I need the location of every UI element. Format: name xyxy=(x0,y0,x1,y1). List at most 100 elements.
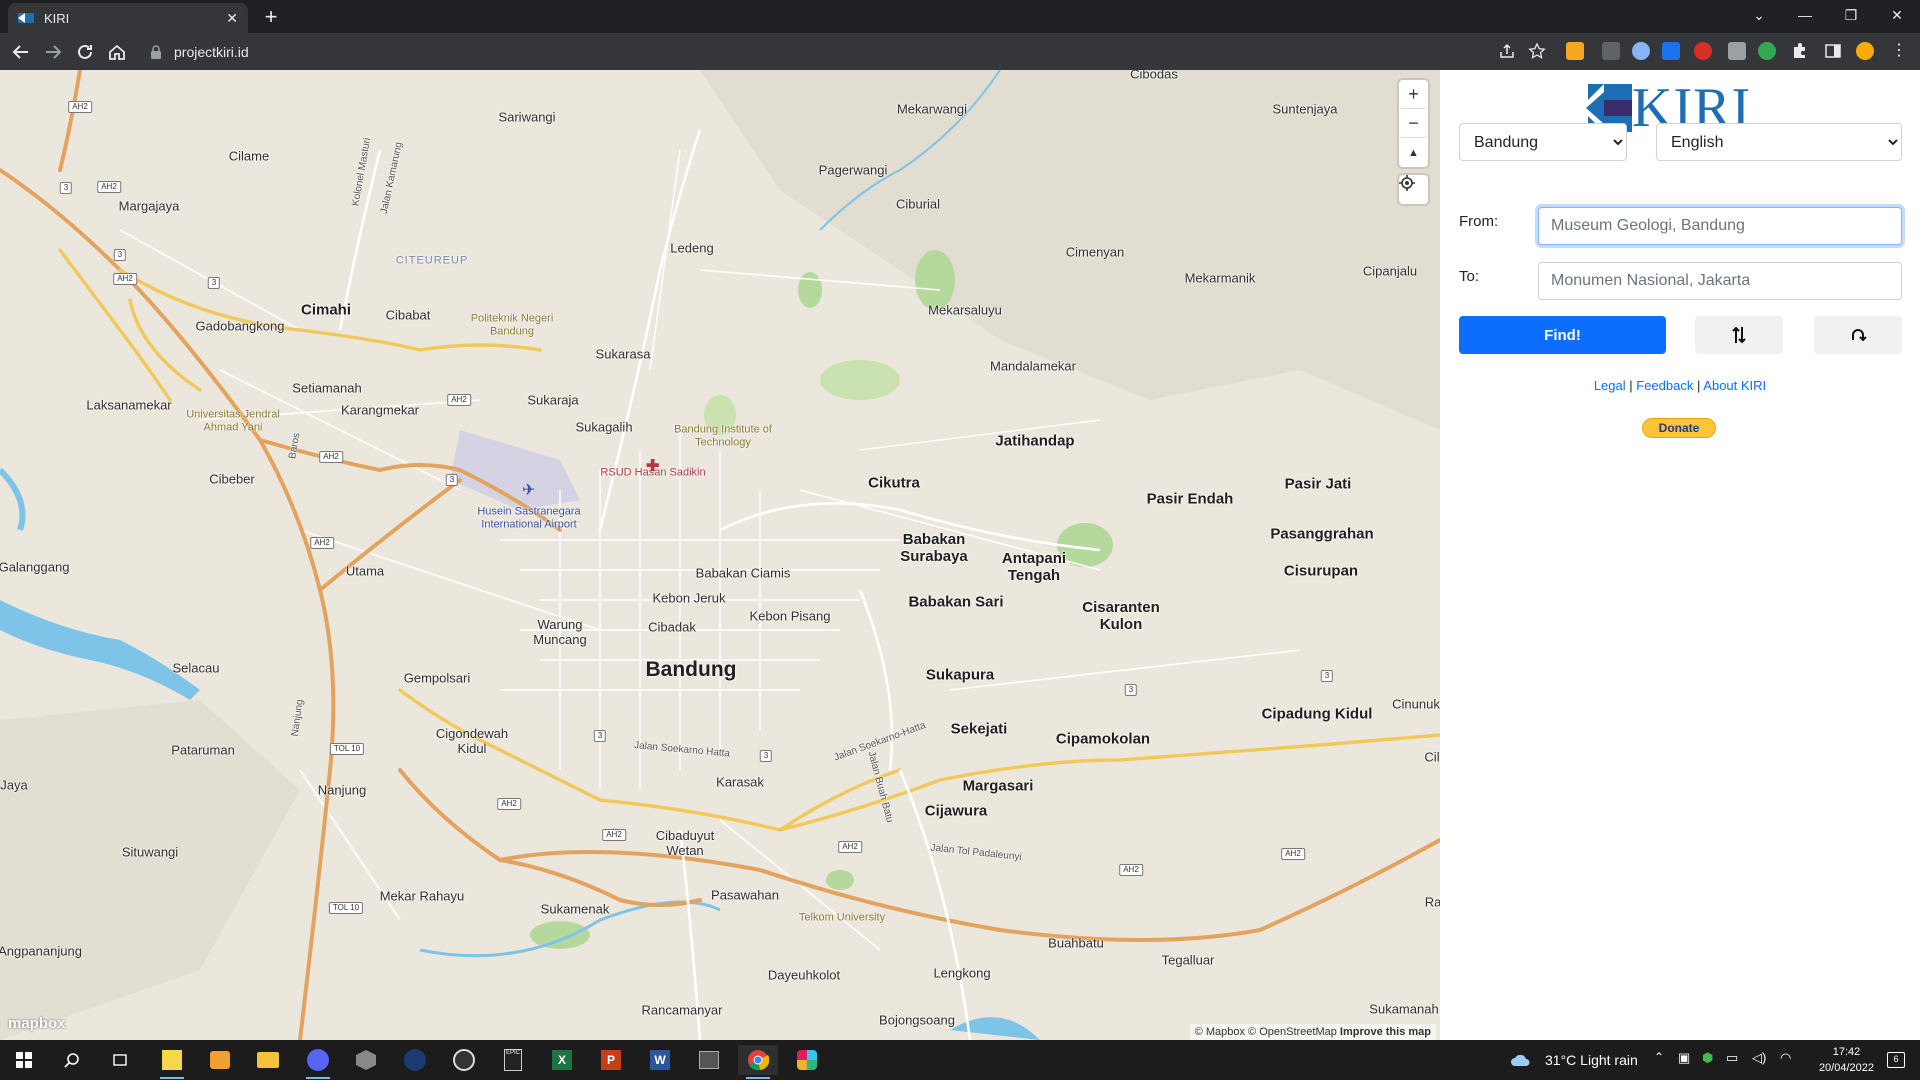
wifi-icon[interactable]: ◠ xyxy=(1780,1050,1791,1066)
from-field[interactable] xyxy=(1538,207,1902,245)
place-label-major: Cijawura xyxy=(924,802,988,820)
close-window-button[interactable]: ✕ xyxy=(1874,0,1920,30)
menu-kebab-icon[interactable]: ⋮ xyxy=(1890,42,1908,60)
excel-icon[interactable]: X xyxy=(542,1045,582,1075)
place-label-major: Sekejati xyxy=(950,720,1008,738)
hospital-icon[interactable]: ✚ xyxy=(646,456,659,476)
security-tray-icon[interactable]: ⬢ xyxy=(1702,1050,1713,1066)
place-label: Mekarsaluyu xyxy=(928,302,1002,318)
map[interactable]: Cibodas Sariwangi Mekarwangi Suntenjaya … xyxy=(0,70,1440,1040)
steam-icon[interactable] xyxy=(395,1045,435,1075)
obs-icon[interactable] xyxy=(444,1045,484,1075)
place-label: Cibodas xyxy=(1130,70,1178,82)
place-label: Situwangi xyxy=(121,844,179,860)
extension-wave-icon[interactable] xyxy=(1662,42,1680,60)
place-label: Sariwangi xyxy=(498,109,556,125)
language-select[interactable]: English xyxy=(1656,123,1902,161)
tray-app-icon[interactable]: ▣ xyxy=(1678,1050,1690,1066)
donate-button[interactable]: Donate xyxy=(1642,418,1716,438)
extension-circle-icon[interactable] xyxy=(1632,42,1650,60)
extension-green-icon[interactable] xyxy=(1758,42,1776,60)
place-label-major: Cisaranten Kulon xyxy=(1082,598,1160,633)
home-icon[interactable] xyxy=(104,39,130,65)
back-icon[interactable] xyxy=(8,39,34,65)
tray-expand-icon[interactable]: ⌃ xyxy=(1654,1050,1664,1064)
place-label-major: Pasir Jati xyxy=(1284,475,1352,493)
file-explorer-icon[interactable] xyxy=(248,1045,288,1075)
unity-hub-icon[interactable] xyxy=(346,1045,386,1075)
extensions-puzzle-icon[interactable] xyxy=(1790,42,1808,60)
media-player-icon[interactable] xyxy=(200,1045,240,1075)
epic-games-icon[interactable]: EPIC xyxy=(493,1045,533,1075)
bookmark-star-icon[interactable] xyxy=(1528,42,1546,60)
tab-search-icon[interactable]: ⌄ xyxy=(1736,0,1782,30)
zoom-out-button[interactable]: − xyxy=(1399,109,1428,138)
to-field[interactable] xyxy=(1538,262,1902,300)
zoom-in-button[interactable]: + xyxy=(1399,80,1428,109)
profile-avatar[interactable] xyxy=(1856,42,1874,60)
place-label: Galanggang xyxy=(0,559,70,575)
place-label: Pagerwangi xyxy=(818,162,888,178)
tab-close-icon[interactable]: ✕ xyxy=(226,10,238,27)
compass-button[interactable]: ▲ xyxy=(1399,138,1428,167)
minimize-button[interactable]: — xyxy=(1782,0,1828,30)
weather-icon[interactable] xyxy=(1500,1045,1540,1075)
place-label: Utama xyxy=(345,563,385,579)
place-label: Mekarmanik xyxy=(1184,270,1256,286)
task-view-icon[interactable] xyxy=(100,1045,140,1075)
address-bar[interactable]: projectkiri.id xyxy=(140,37,1540,66)
osm-attribution-link[interactable]: © OpenStreetMap xyxy=(1248,1026,1337,1038)
swap-button[interactable] xyxy=(1695,316,1783,354)
sticky-notes-icon[interactable] xyxy=(152,1045,192,1079)
road-shield: AH2 xyxy=(68,101,92,113)
extension-play-icon[interactable] xyxy=(1602,42,1620,60)
place-label: Kebon Jeruk xyxy=(652,590,726,606)
legal-link[interactable]: Legal xyxy=(1594,378,1626,393)
reset-button[interactable] xyxy=(1814,316,1902,354)
discord-icon[interactable] xyxy=(298,1045,338,1079)
place-label-major: Cikutra xyxy=(868,474,920,492)
terminal-icon[interactable] xyxy=(689,1045,729,1075)
forward-icon[interactable] xyxy=(40,39,66,65)
place-label: Jaya xyxy=(0,777,28,793)
geolocate-button[interactable] xyxy=(1399,175,1428,204)
place-label: Margajaya xyxy=(118,198,180,214)
new-tab-button[interactable]: + xyxy=(258,4,284,30)
windows-start-icon[interactable] xyxy=(4,1045,44,1075)
place-label: Sukagalih xyxy=(575,419,633,435)
weather-text[interactable]: 31°C Light rain xyxy=(1545,1052,1638,1068)
chrome-icon[interactable] xyxy=(738,1045,778,1079)
powerpoint-icon[interactable]: P xyxy=(591,1045,631,1075)
slack-icon[interactable] xyxy=(787,1045,827,1075)
place-label: Bojongsoang xyxy=(879,1012,955,1028)
place-label-major: Sukapura xyxy=(925,666,995,684)
place-label: Suntenjaya xyxy=(1272,101,1338,117)
feedback-link[interactable]: Feedback xyxy=(1636,378,1693,393)
volume-icon[interactable]: ◁) xyxy=(1752,1050,1766,1066)
extension-red-icon[interactable] xyxy=(1694,42,1712,60)
mapbox-attribution-link[interactable]: © Mapbox xyxy=(1195,1026,1245,1038)
restore-button[interactable]: ❐ xyxy=(1828,0,1874,30)
airport-icon[interactable]: ✈ xyxy=(522,480,535,500)
share-icon[interactable] xyxy=(1498,42,1516,60)
zoom-control: + − ▲ xyxy=(1399,80,1428,167)
word-icon[interactable]: W xyxy=(640,1045,680,1075)
browser-tabstrip: KIRI ✕ + ⌄ — ❐ ✕ xyxy=(0,0,1920,33)
clock[interactable]: 17:42 20/04/2022 xyxy=(1819,1044,1874,1076)
url-text: projectkiri.id xyxy=(174,43,249,60)
notifications-icon[interactable]: 6 xyxy=(1876,1045,1916,1075)
city-select[interactable]: Bandung xyxy=(1459,123,1627,161)
browser-tab[interactable]: KIRI ✕ xyxy=(8,3,248,33)
find-button[interactable]: Find! xyxy=(1459,316,1666,354)
extension-shield-icon[interactable] xyxy=(1728,42,1746,60)
improve-map-link[interactable]: Improve this map xyxy=(1340,1026,1431,1038)
about-link[interactable]: About KIRI xyxy=(1703,378,1766,393)
mapbox-logo[interactable]: mapbox xyxy=(8,1015,66,1032)
road-shield: AH2 xyxy=(497,798,521,810)
search-icon[interactable] xyxy=(52,1045,92,1075)
clock-date: 20/04/2022 xyxy=(1818,1062,1874,1074)
extension-pen-icon[interactable] xyxy=(1566,42,1584,60)
battery-icon[interactable]: ▭ xyxy=(1726,1050,1738,1066)
reload-icon[interactable] xyxy=(72,39,98,65)
side-panel-icon[interactable] xyxy=(1824,42,1842,60)
